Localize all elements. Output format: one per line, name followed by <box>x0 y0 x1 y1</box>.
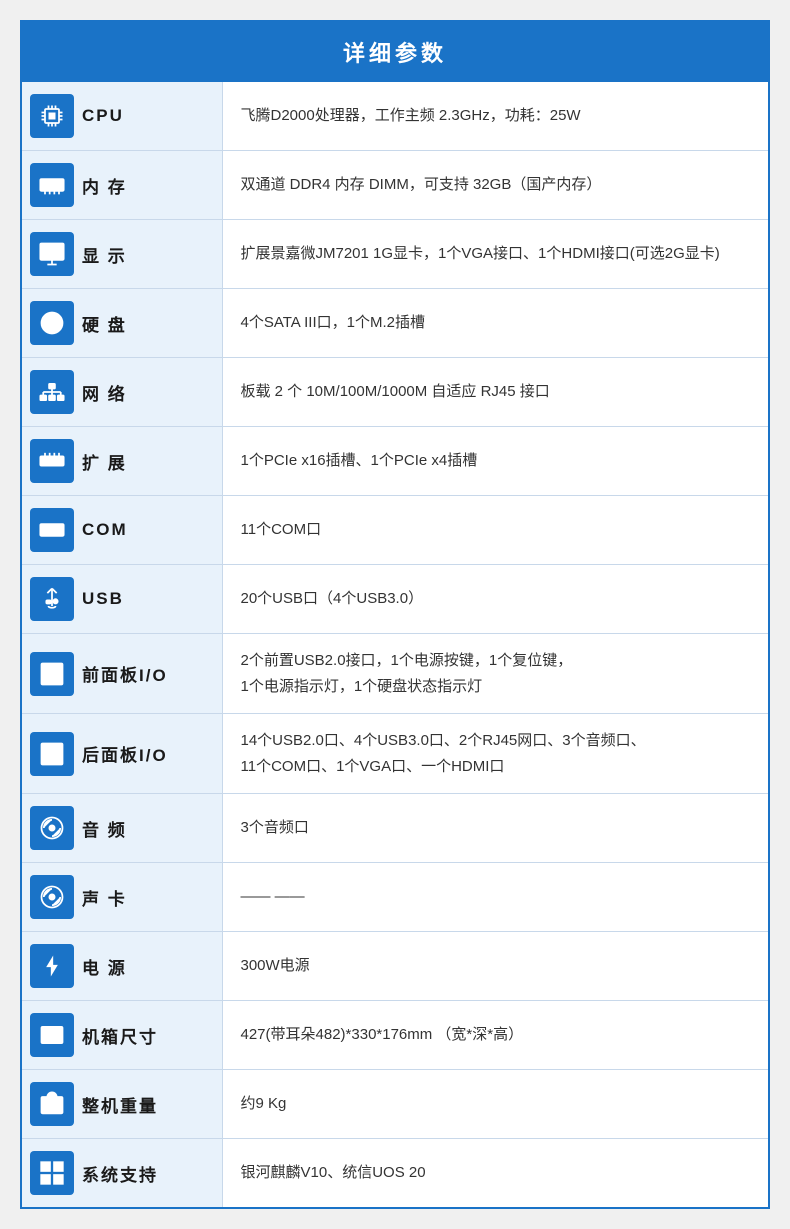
value-cell-com: 11个COM口 <box>222 496 768 565</box>
label-text-display: 显 示 <box>82 242 127 267</box>
label-text-usb: USB <box>82 589 124 609</box>
label-text-hdd: 硬 盘 <box>82 311 127 336</box>
chassis-icon <box>30 1013 74 1057</box>
table-title: 详细参数 <box>22 22 768 82</box>
value-cell-memory: 双通道 DDR4 内存 DIMM，可支持 32GB（国产内存） <box>222 151 768 220</box>
power-icon <box>30 944 74 988</box>
table-row-network: 网 络 板载 2 个 10M/100M/1000M 自适应 RJ45 接口 <box>22 358 768 427</box>
svg-text:KG: KG <box>46 1103 58 1112</box>
label-text-weight: 整机重量 <box>82 1092 158 1117</box>
label-text-cpu: CPU <box>82 106 124 126</box>
value-cell-expand: 1个PCIe x16插槽、1个PCIe x4插槽 <box>222 427 768 496</box>
value-cell-chassis: 427(带耳朵482)*330*176mm （宽*深*高） <box>222 1001 768 1070</box>
label-text-network: 网 络 <box>82 380 127 405</box>
value-cell-soundcard: —— —— <box>222 863 768 932</box>
label-text-rear-io: 后面板I/O <box>82 741 168 766</box>
label-text-os: 系统支持 <box>82 1161 158 1186</box>
value-cell-weight: 约9 Kg <box>222 1070 768 1139</box>
table-row-weight: KG 整机重量 约9 Kg <box>22 1070 768 1139</box>
value-cell-rear-io: 14个USB2.0口、4个USB3.0口、2个RJ45网口、3个音频口、11个C… <box>222 714 768 794</box>
value-cell-hdd: 4个SATA III口，1个M.2插槽 <box>222 289 768 358</box>
value-cell-cpu: 飞腾D2000处理器，工作主频 2.3GHz，功耗：25W <box>222 82 768 151</box>
hdd-icon <box>30 301 74 345</box>
table-row-rear-io: 后面板I/O 14个USB2.0口、4个USB3.0口、2个RJ45网口、3个音频… <box>22 714 768 794</box>
value-cell-network: 板载 2 个 10M/100M/1000M 自适应 RJ45 接口 <box>222 358 768 427</box>
network-icon <box>30 370 74 414</box>
label-text-chassis: 机箱尺寸 <box>82 1023 158 1048</box>
label-text-front-io: 前面板I/O <box>82 661 168 686</box>
value-cell-audio: 3个音频口 <box>222 794 768 863</box>
table-row-hdd: 硬 盘 4个SATA III口，1个M.2插槽 <box>22 289 768 358</box>
table-row-soundcard: 声 卡 —— —— <box>22 863 768 932</box>
value-cell-usb: 20个USB口（4个USB3.0） <box>222 565 768 634</box>
table-row-memory: 内 存 双通道 DDR4 内存 DIMM，可支持 32GB（国产内存） <box>22 151 768 220</box>
label-text-audio: 音 频 <box>82 816 127 841</box>
os-icon <box>30 1151 74 1195</box>
label-text-soundcard: 声 卡 <box>82 885 127 910</box>
table-row-front-io: 前面板I/O 2个前置USB2.0接口，1个电源按键，1个复位键，1个电源指示灯，… <box>22 634 768 714</box>
table-row-expand: 扩 展 1个PCIe x16插槽、1个PCIe x4插槽 <box>22 427 768 496</box>
table-row-chassis: 机箱尺寸 427(带耳朵482)*330*176mm （宽*深*高） <box>22 1001 768 1070</box>
weight-icon: KG <box>30 1082 74 1126</box>
audio-icon <box>30 806 74 850</box>
cpu-icon <box>30 94 74 138</box>
usb-icon <box>30 577 74 621</box>
value-cell-display: 扩展景嘉微JM7201 1G显卡，1个VGA接口、1个HDMI接口(可选2G显卡… <box>222 220 768 289</box>
label-text-memory: 内 存 <box>82 173 127 198</box>
table-row-os: 系统支持 银河麒麟V10、统信UOS 20 <box>22 1139 768 1208</box>
label-text-com: COM <box>82 520 128 540</box>
display-icon <box>30 232 74 276</box>
spec-table: 详细参数 CPU 飞腾D2000处理器，工作主频 2.3GHz，功耗：25W <box>20 20 770 1209</box>
panel-icon <box>30 732 74 776</box>
value-cell-os: 银河麒麟V10、统信UOS 20 <box>222 1139 768 1208</box>
table-row-cpu: CPU 飞腾D2000处理器，工作主频 2.3GHz，功耗：25W <box>22 82 768 151</box>
value-cell-front-io: 2个前置USB2.0接口，1个电源按键，1个复位键，1个电源指示灯，1个硬盘状态… <box>222 634 768 714</box>
expand-icon <box>30 439 74 483</box>
label-text-expand: 扩 展 <box>82 449 127 474</box>
table-row-audio: 音 频 3个音频口 <box>22 794 768 863</box>
panel-icon <box>30 652 74 696</box>
value-cell-power: 300W电源 <box>222 932 768 1001</box>
com-icon <box>30 508 74 552</box>
memory-icon <box>30 163 74 207</box>
label-text-power: 电 源 <box>82 954 127 979</box>
table-row-power: 电 源 300W电源 <box>22 932 768 1001</box>
table-row-usb: USB 20个USB口（4个USB3.0） <box>22 565 768 634</box>
audio-icon <box>30 875 74 919</box>
table-row-display: 显 示 扩展景嘉微JM7201 1G显卡，1个VGA接口、1个HDMI接口(可选2… <box>22 220 768 289</box>
table-row-com: COM 11个COM口 <box>22 496 768 565</box>
